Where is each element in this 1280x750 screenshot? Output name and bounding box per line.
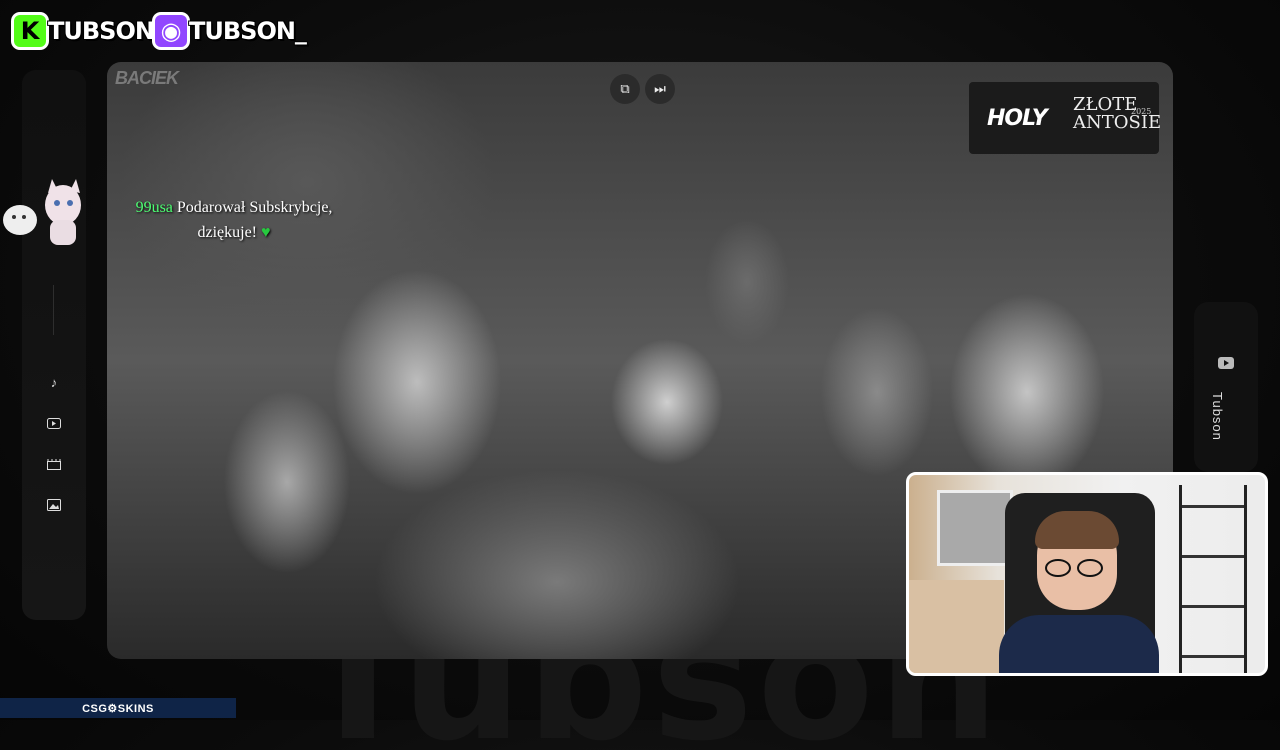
alert-username: 99usa (135, 199, 173, 216)
image-icon[interactable] (44, 495, 64, 515)
right-youtube-tab[interactable]: Tubson (1194, 302, 1258, 472)
skip-button[interactable]: ⏭ (645, 74, 675, 104)
webcam-shelf (1179, 485, 1247, 673)
brand-year: 2025 (1131, 107, 1152, 116)
cats-sticker-icon (3, 179, 81, 245)
event-brand-logo: HOLY ZŁOTE ANTOSIE 2025 (969, 82, 1161, 154)
twitch-logo-icon: ◉ (155, 15, 187, 47)
sidebar-divider (53, 285, 54, 335)
heart-icon: ♥ (261, 224, 271, 241)
holy-logo: HOLY (987, 106, 1048, 131)
music-note-icon[interactable]: ♪ (44, 372, 64, 392)
alert-message: Podarował Subskrybcje, dziękuje! (176, 199, 333, 241)
subscription-alert: 99usa Podarował Subskrybcje, dziękuje! ♥ (124, 195, 344, 245)
popout-icon: ⧉ (620, 81, 630, 96)
kick-badge: K TUBSON (14, 12, 155, 50)
twitch-badge: ◉ TUBSON_ (155, 12, 307, 50)
play-icon[interactable] (44, 413, 64, 433)
twitch-username: TUBSON_ (189, 17, 307, 45)
video-watermark: BACIEK (115, 68, 179, 88)
webcam-streamer (999, 511, 1159, 673)
youtube-channel-label: Tubson (1210, 392, 1225, 441)
webcam-desk (909, 580, 1004, 673)
youtube-icon (1218, 357, 1234, 369)
left-sidebar (22, 70, 86, 620)
webcam-overlay (906, 472, 1268, 676)
kick-logo-icon: K (14, 15, 46, 47)
webcam-photo-frame (937, 490, 1013, 566)
kick-username: TUBSON (48, 17, 155, 45)
clapperboard-icon[interactable] (44, 454, 64, 474)
popout-button[interactable]: ⧉ (610, 74, 640, 104)
sponsor-banner: CSG⚙SKINS (0, 698, 236, 718)
skip-icon: ⏭ (654, 81, 666, 96)
